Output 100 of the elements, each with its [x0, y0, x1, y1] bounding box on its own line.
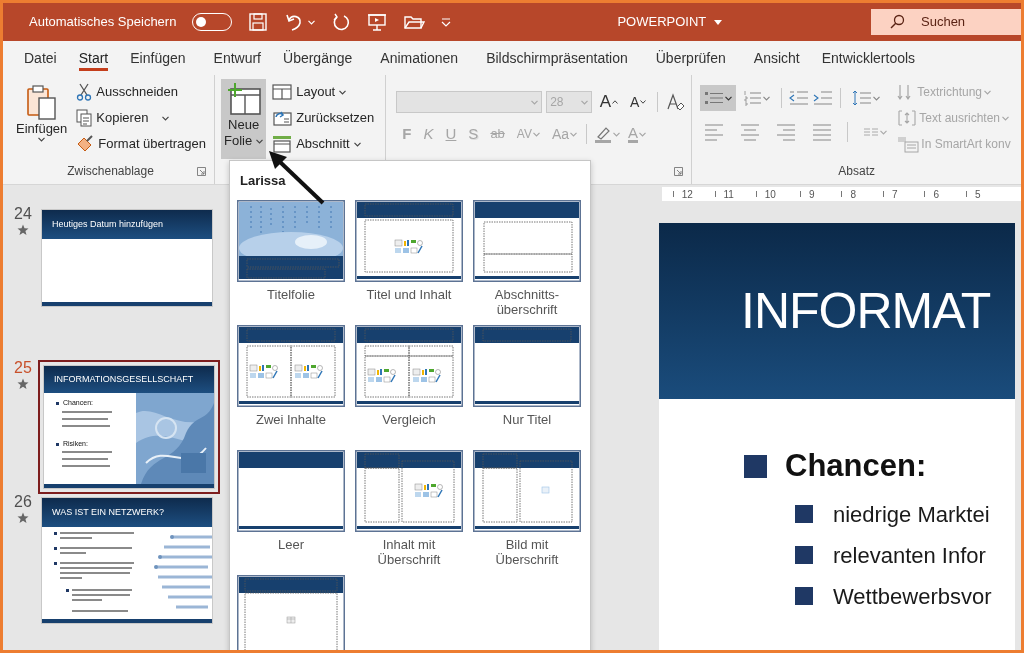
undo-button[interactable] — [284, 12, 316, 32]
layout-preview-icon — [237, 449, 345, 532]
ruler-tick-icon — [672, 191, 674, 197]
ruler-tick-icon — [965, 191, 967, 197]
new-slide-button[interactable]: Neue Folie — [221, 79, 267, 159]
slide-title: INFORMATIONSGESELLSCHAFT — [54, 372, 194, 386]
ribbon-tab[interactable]: Übergänge — [272, 41, 364, 75]
layout-option[interactable]: Abschnitts-überschrift — [472, 199, 582, 325]
slide-number: 25 — [14, 360, 32, 376]
presentation-button[interactable] — [367, 12, 388, 32]
search-field[interactable]: Suchen — [921, 12, 1011, 32]
bullets-button[interactable] — [700, 85, 737, 111]
ruler-number: 5 — [974, 187, 981, 202]
ribbon-command[interactable]: Abschnitt — [270, 131, 377, 157]
bullet-icon — [795, 587, 813, 605]
caret-icon — [714, 19, 723, 25]
caret-icon — [580, 99, 588, 105]
ruler-number: 11 — [723, 187, 734, 202]
search-box[interactable]: Suchen — [871, 9, 1021, 35]
layout-option[interactable]: Inhalt mit Überschrift — [354, 449, 464, 575]
ruler-tick-icon — [924, 191, 926, 197]
search-icon — [889, 14, 905, 30]
caret-icon — [532, 131, 540, 137]
presentation-icon — [367, 12, 388, 32]
dialog-launcher-icon — [197, 167, 206, 176]
layout-preview-icon — [355, 324, 463, 407]
align-left-icon — [704, 122, 725, 142]
paste-button[interactable]: Einfügen — [13, 79, 71, 162]
layout-preview-icon — [355, 449, 463, 532]
caret-icon — [725, 95, 733, 101]
group-label: Zwischenablage — [67, 164, 154, 178]
redo-button[interactable] — [331, 12, 352, 32]
ruler-tick-icon — [882, 191, 884, 197]
layout-option[interactable]: Nur Titel — [472, 324, 582, 450]
caret-icon — [339, 89, 347, 95]
caret-icon — [1002, 115, 1010, 121]
customize-button[interactable] — [441, 17, 452, 27]
align-right-icon — [776, 122, 797, 142]
justify-icon — [812, 122, 833, 142]
layout-option[interactable]: Titel und Inhalt — [354, 199, 464, 325]
ribbon-command[interactable]: Ausschneiden — [74, 79, 208, 105]
ribbon-command[interactable]: Zurücksetzen — [270, 105, 377, 131]
gallery-heading: Larissa — [240, 172, 287, 190]
layout-option[interactable]: Vergleich — [354, 324, 464, 450]
autosave-label: Automatisches Speichern — [29, 13, 177, 32]
align-text-icon — [897, 109, 918, 127]
ruler-number: 6 — [933, 187, 940, 202]
ruler-tick-icon — [841, 191, 843, 197]
ribbon-command[interactable]: Layout — [270, 79, 377, 105]
layout-option[interactable] — [236, 574, 346, 650]
highlighter-icon — [594, 125, 613, 143]
layout-icon — [272, 84, 293, 100]
ribbon-tab[interactable]: Entwicklertools — [810, 41, 927, 75]
ruler-tick-icon — [714, 191, 716, 197]
slide-number: 26 — [14, 494, 32, 510]
slide-title: INFORMAT — [741, 286, 991, 336]
bullet-text: relevanten Infor — [833, 541, 986, 570]
app-title-menu[interactable]: POWERPOINT — [617, 12, 723, 32]
slide-title: WAS IST EIN NETZWERK? — [52, 505, 164, 519]
bullet-icon — [795, 546, 813, 564]
layout-option[interactable]: Zwei Inhalte — [236, 324, 346, 450]
slide-thumbnail[interactable]: Heutiges Datum hinzufügen — [41, 209, 213, 307]
caret-icon — [256, 138, 264, 144]
save-button[interactable] — [248, 12, 269, 32]
bullet-icon — [56, 402, 59, 405]
caret-icon — [353, 141, 361, 147]
ribbon-tab[interactable]: Datei — [13, 41, 68, 75]
caret-icon — [640, 100, 647, 104]
layout-option[interactable]: Titelfolie — [236, 199, 346, 325]
ribbon-tab[interactable]: Einfügen — [119, 41, 197, 75]
ribbon-command[interactable]: Kopieren — [74, 105, 208, 131]
slide-thumbnail[interactable]: WAS IST EIN NETZWERK? — [41, 497, 213, 624]
caret-icon — [873, 95, 881, 101]
layout-preview-icon — [237, 324, 345, 407]
caret-icon — [613, 131, 621, 137]
ruler-number: 9 — [808, 187, 815, 202]
caret-icon — [308, 19, 316, 25]
ribbon-command[interactable]: Format übertragen — [74, 131, 208, 157]
ribbon-tab[interactable]: Ansicht — [742, 41, 811, 75]
layout-preview-icon — [473, 199, 581, 282]
ruler-number: 7 — [891, 187, 898, 202]
bullet-icon — [795, 505, 813, 523]
ribbon-tab[interactable]: Start — [67, 41, 120, 75]
bullet-text: Chancen: — [785, 447, 927, 485]
ribbon-tab[interactable]: Entwurf — [202, 41, 272, 75]
caret-icon — [612, 100, 619, 104]
align-center-icon — [740, 122, 761, 142]
ribbon-tab[interactable]: Animationen — [369, 41, 470, 75]
slide-title: Heutiges Datum hinzufügen — [52, 217, 164, 231]
slide-number: 24 — [14, 206, 32, 222]
caret-icon — [984, 89, 992, 95]
layout-preview-icon — [237, 199, 345, 282]
layout-option[interactable]: Leer — [236, 449, 346, 575]
layout-option[interactable]: Bild mit Überschrift — [472, 449, 582, 575]
paintbrush-icon — [76, 135, 95, 153]
ribbon-tab[interactable]: Bildschirmpräsentation — [475, 41, 639, 75]
caret-icon — [570, 131, 578, 137]
dialog-launcher-icon — [674, 167, 684, 176]
ruler-number: 12 — [681, 187, 693, 202]
ribbon-tab[interactable]: Überprüfen — [644, 41, 737, 75]
